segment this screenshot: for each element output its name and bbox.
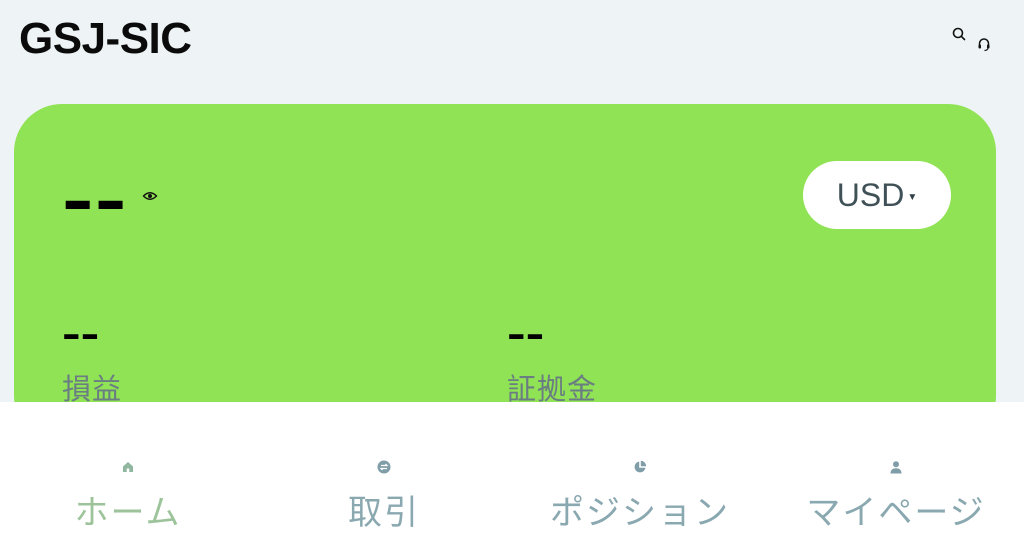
nav-label-mypage: マイページ <box>806 493 986 533</box>
currency-label: USD <box>836 176 905 213</box>
nav-label-positions: ポジション <box>550 493 730 533</box>
home-icon <box>121 459 135 473</box>
total-balance: -- <box>62 160 128 238</box>
exchange-icon <box>377 459 391 474</box>
brand-logo: GSJ-SIC <box>19 14 192 63</box>
balance-card: -- USD ▼ -- 損益 -- 証拠金 <box>14 104 996 444</box>
nav-item-home[interactable]: ホーム <box>0 402 256 537</box>
nav-label-home: ホーム <box>74 493 182 533</box>
search-icon[interactable] <box>951 26 967 42</box>
nav-item-positions[interactable]: ポジション <box>512 402 768 537</box>
headset-icon[interactable] <box>976 36 992 52</box>
currency-selector[interactable]: USD ▼ <box>803 161 951 229</box>
profit-loss-stat: -- 損益 <box>62 314 122 408</box>
pie-chart-icon <box>633 459 647 473</box>
nav-label-trade: 取引 <box>348 493 420 533</box>
eye-icon[interactable] <box>142 188 158 202</box>
user-icon <box>889 459 903 474</box>
profit-loss-value: -- <box>62 312 100 356</box>
margin-stat: -- 証拠金 <box>507 314 597 408</box>
margin-value: -- <box>507 312 545 356</box>
chevron-down-icon: ▼ <box>907 191 918 203</box>
bottom-nav: ホーム 取引 ポジション マイページ <box>0 402 1024 537</box>
nav-item-mypage[interactable]: マイページ <box>768 402 1024 537</box>
header: GSJ-SIC <box>0 0 1024 80</box>
app-root: GSJ-SIC -- USD ▼ -- 損益 -- 証拠金 ホーム 取引 ポジシ… <box>0 0 1024 537</box>
nav-item-trade[interactable]: 取引 <box>256 402 512 537</box>
